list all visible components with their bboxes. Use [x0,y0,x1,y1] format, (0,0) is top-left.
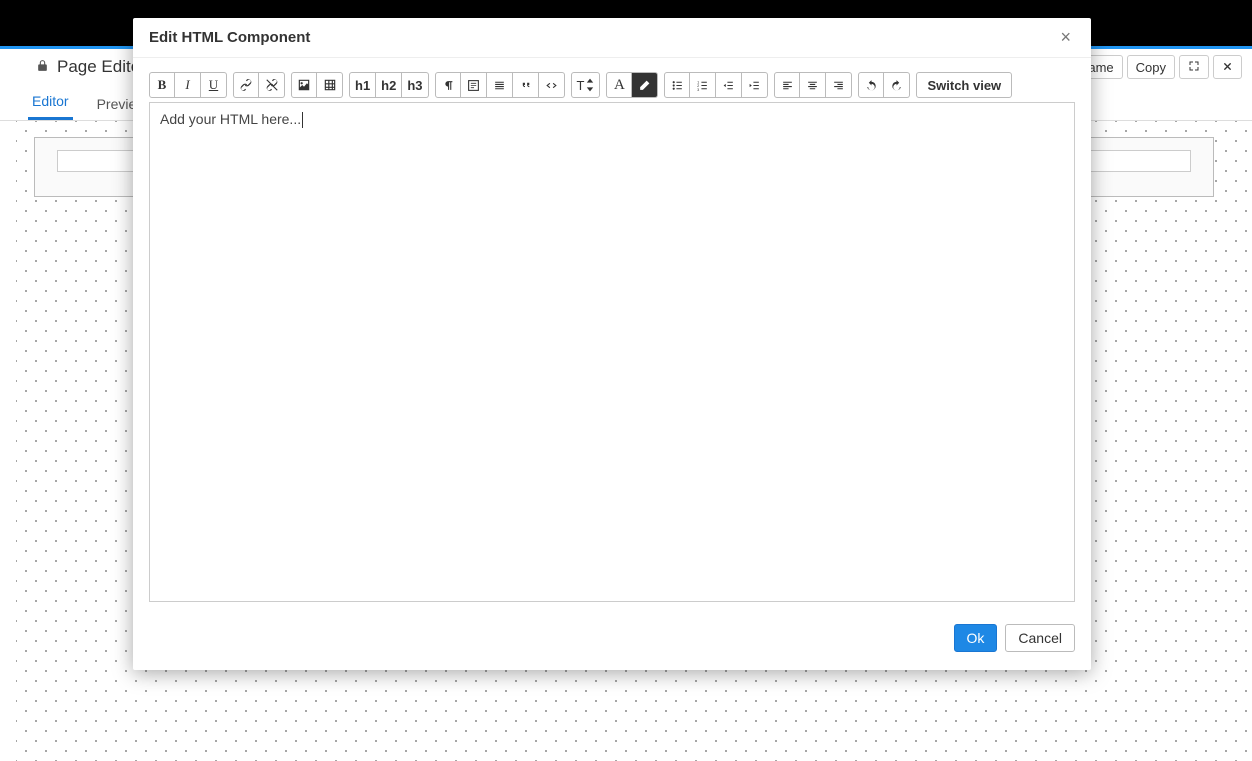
lines-icon [493,79,506,92]
cancel-button[interactable]: Cancel [1005,624,1075,652]
unlink-icon [265,78,279,92]
switch-view-button[interactable]: Switch view [916,72,1012,98]
modal-title: Edit HTML Component [149,29,310,46]
clear-format-button[interactable] [632,72,658,98]
outdent-button[interactable] [716,72,742,98]
number-list-button[interactable]: 123 [690,72,716,98]
redo-icon [890,79,903,92]
blockquote-button[interactable] [513,72,539,98]
block-group [435,72,565,98]
link-button[interactable] [233,72,259,98]
quote-icon [519,79,532,92]
text-style-group: B I U [149,72,227,98]
image-icon [297,78,311,92]
rich-text-toolbar: B I U [149,72,1075,98]
table-icon [323,78,337,92]
underline-button[interactable]: U [201,72,227,98]
indent-icon [748,79,761,92]
align-right-button[interactable] [826,72,852,98]
number-list-icon: 123 [696,79,709,92]
h2-button[interactable]: h2 [376,72,402,98]
insert-group [291,72,343,98]
unlink-button[interactable] [259,72,285,98]
address-button[interactable] [487,72,513,98]
bullet-list-button[interactable] [664,72,690,98]
font-size-label: T [577,78,585,93]
align-center-icon [806,79,819,92]
image-button[interactable] [291,72,317,98]
edit-html-modal: Edit HTML Component × B I U [133,18,1091,670]
bullet-list-icon [671,79,684,92]
editor-placeholder-text: Add your HTML here... [160,111,301,127]
paragraph-icon [441,79,454,92]
list-group: 123 [664,72,768,98]
switch-view-group: Switch view [916,72,1012,98]
h1-button[interactable]: h1 [349,72,376,98]
align-left-button[interactable] [774,72,800,98]
code-icon [545,79,558,92]
table-button[interactable] [317,72,343,98]
align-right-icon [832,79,845,92]
svg-text:3: 3 [698,87,700,91]
html-editor-textarea[interactable]: Add your HTML here... [149,102,1075,602]
link-icon [239,78,253,92]
font-size-button[interactable]: T [571,72,601,98]
font-group: A [606,72,658,98]
link-group [233,72,285,98]
italic-button[interactable]: I [175,72,201,98]
updown-icon [586,78,594,92]
modal-body: B I U [133,58,1091,610]
h3-button[interactable]: h3 [402,72,428,98]
bold-button[interactable]: B [149,72,175,98]
eraser-icon [638,79,651,92]
text-cursor [302,112,303,128]
modal-header: Edit HTML Component × [133,18,1091,58]
ok-button[interactable]: Ok [954,624,998,652]
preformatted-button[interactable] [461,72,487,98]
redo-button[interactable] [884,72,910,98]
align-center-button[interactable] [800,72,826,98]
undo-icon [865,79,878,92]
code-button[interactable] [539,72,565,98]
align-group [774,72,852,98]
font-size-group: T [571,72,601,98]
modal-close-button[interactable]: × [1056,27,1075,48]
preformatted-icon [467,79,480,92]
indent-button[interactable] [742,72,768,98]
font-family-button[interactable]: A [606,72,632,98]
align-left-icon [781,79,794,92]
paragraph-button[interactable] [435,72,461,98]
outdent-icon [722,79,735,92]
heading-group: h1 h2 h3 [349,72,429,98]
history-group [858,72,910,98]
modal-footer: Ok Cancel [133,610,1091,670]
undo-button[interactable] [858,72,884,98]
